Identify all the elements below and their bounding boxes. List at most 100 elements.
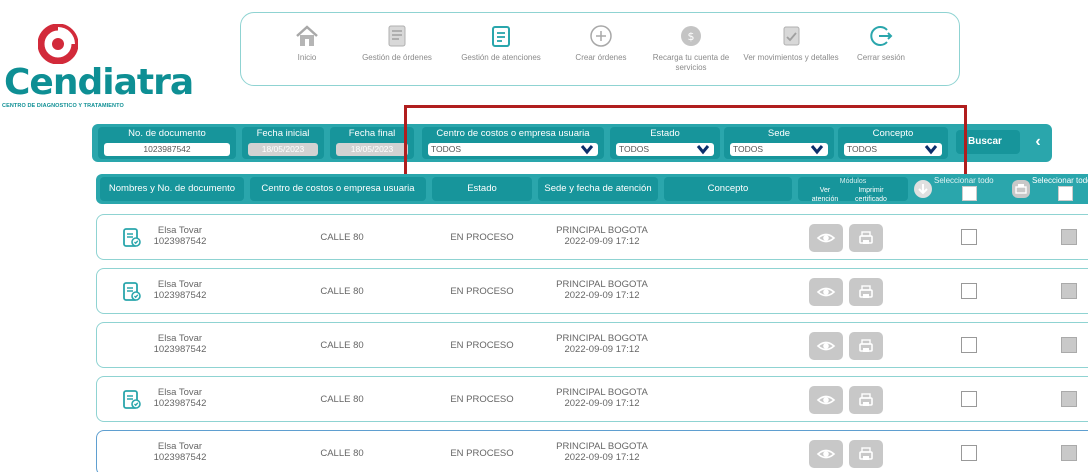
nav-inicio[interactable]: Inicio: [257, 23, 357, 63]
eye-icon: [816, 449, 836, 459]
row-site-date: PRINCIPAL BOGOTA 2022-09-09 17:12: [537, 333, 667, 355]
brand-logo[interactable]: Cendiatra CENTRO DE DIAGNOSTICO Y TRATAM…: [2, 18, 194, 114]
row-state: EN PROCESO: [450, 232, 514, 243]
printer-icon: [859, 285, 873, 298]
filter-end-label: Fecha final: [348, 128, 396, 139]
printer-icon: [859, 231, 873, 244]
nav-label: Gestión de atenciones: [461, 53, 541, 62]
table-header: Nombres y No. de documento Centro de cos…: [96, 174, 1088, 204]
row-print-checkbox[interactable]: [1061, 229, 1077, 245]
print-all-button[interactable]: [1012, 180, 1030, 198]
nav-cerrar-sesion[interactable]: Cerrar sesión: [831, 23, 931, 63]
header-cost-center: Centro de costos o empresa usuaria: [250, 177, 426, 201]
row-print-checkbox[interactable]: [1061, 337, 1077, 353]
printer-icon: [859, 393, 873, 406]
print-certificate-button[interactable]: [849, 332, 883, 360]
row-site-date: PRINCIPAL BOGOTA 2022-09-09 17:12: [537, 441, 667, 463]
table-row: Elsa Tovar 1023987542 CALLE 80 EN PROCESO PR…: [96, 322, 1088, 368]
printer-icon: [859, 447, 873, 460]
table-row: Elsa Tovar 1023987542 CALLE 80 EN PROCESO PR…: [96, 214, 1088, 260]
attention-date: 2022-09-09 17:12: [564, 236, 640, 247]
filter-start-date: Fecha inicial 18/05/2023: [242, 127, 324, 159]
nav-gestion-ordenes[interactable]: Gestión de órdenes: [347, 23, 447, 63]
view-attention-button[interactable]: [809, 224, 843, 252]
app-root: Cendiatra CENTRO DE DIAGNOSTICO Y TRATAM…: [0, 0, 1088, 472]
printer-icon: [1015, 184, 1027, 194]
eye-icon: [816, 287, 836, 297]
row-name: Elsa Tovar 1023987542: [137, 333, 223, 355]
svg-text:$: $: [688, 30, 695, 43]
print-certificate-button[interactable]: [849, 386, 883, 414]
patient-document: 1023987542: [153, 344, 207, 355]
patient-document: 1023987542: [153, 236, 207, 247]
eye-icon: [816, 233, 836, 243]
site-name: PRINCIPAL BOGOTA: [556, 333, 648, 344]
header-modules: Módulos Ver atención Imprimir certificad…: [798, 177, 908, 203]
filter-start-label: Fecha inicial: [256, 128, 310, 139]
row-cost-center: CALLE 80: [320, 340, 364, 351]
row-name: Elsa Tovar 1023987542: [137, 225, 223, 247]
row-print-checkbox[interactable]: [1061, 391, 1077, 407]
select-all-checkbox-2[interactable]: [1058, 186, 1073, 201]
patient-name: Elsa Tovar: [157, 387, 203, 398]
printer-icon: [859, 339, 873, 352]
recharge-icon: $: [681, 26, 701, 46]
header-view: Ver atención: [811, 187, 839, 203]
row-cost-center: CALLE 80: [320, 286, 364, 297]
row-select-checkbox[interactable]: [961, 337, 977, 353]
view-attention-button[interactable]: [809, 278, 843, 306]
highlight-frame: [404, 105, 967, 178]
filter-end-date: Fecha final 18/05/2023: [330, 127, 414, 159]
row-site-date: PRINCIPAL BOGOTA 2022-09-09 17:12: [537, 387, 667, 409]
row-site-date: PRINCIPAL BOGOTA 2022-09-09 17:12: [537, 279, 667, 301]
view-attention-button[interactable]: [809, 332, 843, 360]
movements-icon: [783, 26, 800, 46]
view-attention-button[interactable]: [809, 440, 843, 468]
select-all-label-2: Seleccionar todo: [1032, 176, 1088, 185]
nav-recarga[interactable]: $ Recarga tu cuenta de servicios: [641, 23, 741, 73]
row-print-checkbox[interactable]: [1061, 445, 1077, 461]
row-state: EN PROCESO: [450, 286, 514, 297]
end-date-input[interactable]: 18/05/2023: [336, 143, 408, 156]
view-attention-button[interactable]: [809, 386, 843, 414]
patient-name: Elsa Tovar: [157, 333, 203, 344]
top-navigation: Inicio Gestión de órdenes Gestión de ate…: [240, 12, 960, 86]
row-cost-center: CALLE 80: [320, 448, 364, 459]
logout-icon: [870, 26, 893, 46]
patient-name: Elsa Tovar: [157, 441, 203, 452]
select-all-label-1: Seleccionar todo: [934, 176, 994, 185]
row-name: Elsa Tovar 1023987542: [137, 441, 223, 463]
eye-icon: [816, 395, 836, 405]
site-name: PRINCIPAL BOGOTA: [556, 387, 648, 398]
nav-gestion-atenciones[interactable]: Gestión de atenciones: [451, 23, 551, 63]
header-concept: Concepto: [664, 177, 792, 201]
row-state: EN PROCESO: [450, 340, 514, 351]
print-certificate-button[interactable]: [849, 440, 883, 468]
attention-date: 2022-09-09 17:12: [564, 344, 640, 355]
patient-name: Elsa Tovar: [157, 225, 203, 236]
row-state: EN PROCESO: [450, 448, 514, 459]
document-input[interactable]: 1023987542: [104, 143, 230, 156]
row-select-checkbox[interactable]: [961, 445, 977, 461]
download-icon: [918, 184, 928, 195]
print-certificate-button[interactable]: [849, 278, 883, 306]
nav-label: Ver movimientos y detalles: [743, 53, 839, 62]
row-state: EN PROCESO: [450, 394, 514, 405]
nav-movimientos[interactable]: Ver movimientos y detalles: [741, 23, 841, 63]
brand-subtitle: CENTRO DE DIAGNOSTICO Y TRATAMIENTO: [2, 103, 124, 109]
logo-mark-icon: [38, 24, 78, 64]
row-select-checkbox[interactable]: [961, 283, 977, 299]
row-print-checkbox[interactable]: [1061, 283, 1077, 299]
download-all-button[interactable]: [914, 180, 932, 198]
select-all-checkbox-1[interactable]: [962, 186, 977, 201]
row-select-checkbox[interactable]: [961, 229, 977, 245]
eye-icon: [816, 341, 836, 351]
start-date-input[interactable]: 18/05/2023: [248, 143, 318, 156]
print-certificate-button[interactable]: [849, 224, 883, 252]
nav-crear-ordenes[interactable]: Crear órdenes: [551, 23, 651, 63]
row-select-checkbox[interactable]: [961, 391, 977, 407]
header-print: Imprimir certificado: [855, 187, 887, 203]
collapse-filters-button[interactable]: ‹: [1028, 130, 1048, 154]
plus-circle-icon: [590, 25, 612, 47]
header-name: Nombres y No. de documento: [100, 177, 244, 201]
